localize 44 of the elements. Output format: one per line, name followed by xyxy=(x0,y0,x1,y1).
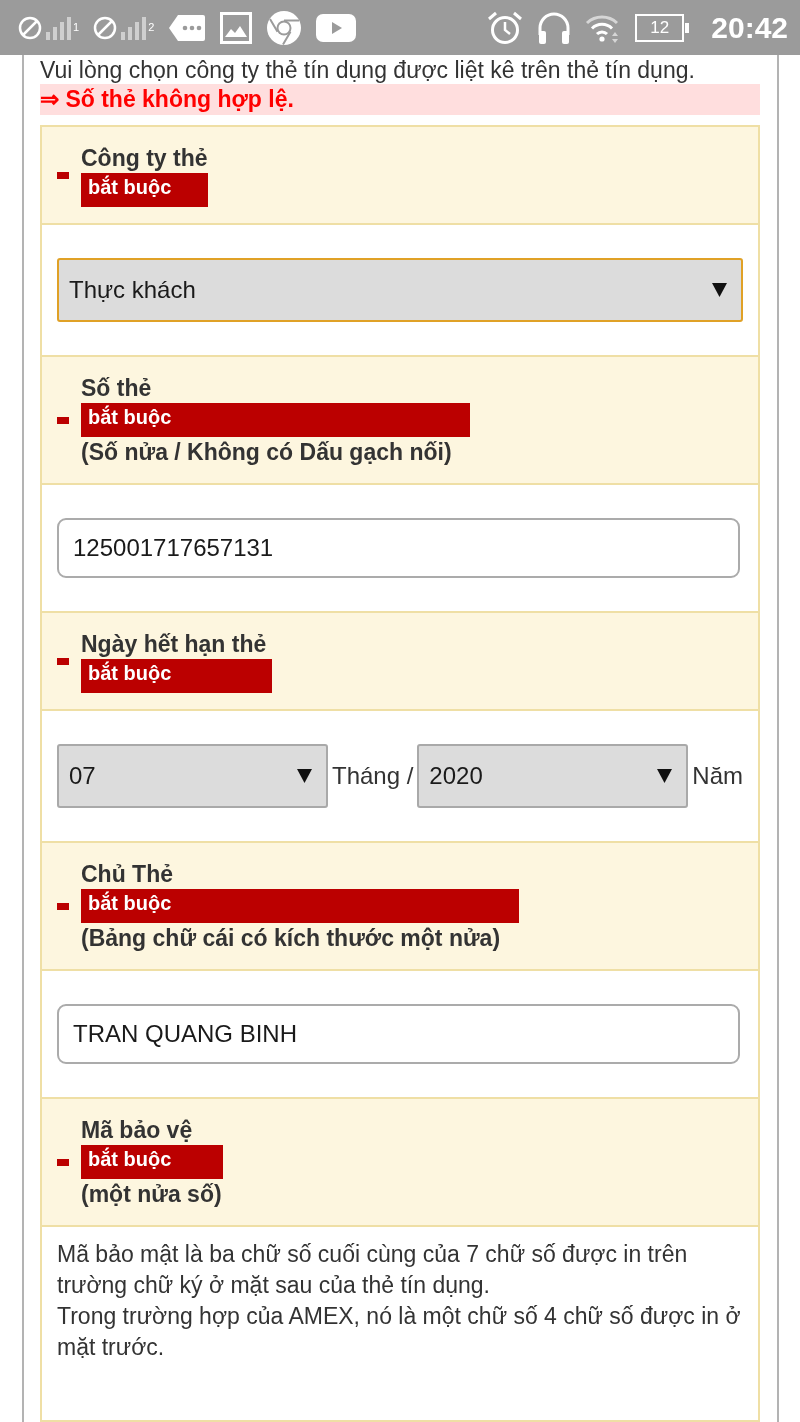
field-label: Mã bảo vệ xyxy=(81,1116,193,1145)
field-hint: (Bảng chữ cái có kích thước một nửa) xyxy=(81,924,501,953)
unit-label: Năm xyxy=(692,762,743,790)
info-text: Trong trường hợp của AMEX, nó là một chữ số 4 chữ số được in ở mặt trước. xyxy=(57,1302,742,1362)
dropdown[interactable]: 07 xyxy=(57,744,328,808)
dropdown[interactable]: Thực khách xyxy=(57,258,743,322)
field-hint: (một nửa số) xyxy=(81,1180,222,1209)
required-label: bắt buộc xyxy=(81,1145,223,1179)
tag-icon xyxy=(168,13,207,42)
field-label: Số thẻ xyxy=(81,374,152,403)
error-message: ⇒ Số thẻ không hợp lệ. xyxy=(40,84,760,115)
dash-icon xyxy=(57,902,69,910)
caret-icon xyxy=(712,283,727,297)
dash-icon xyxy=(57,657,69,665)
unit-label: Tháng / xyxy=(331,762,414,790)
play-button-icon xyxy=(316,13,357,42)
info-text: Mã bảo mật là ba chữ số cuối cùng của 7 chữ số được in trên trường chữ ký ở mặt sau của thẻ tín dụng. xyxy=(57,1240,689,1300)
text-field[interactable]: 125001717657131 xyxy=(57,518,740,578)
circle-logo-icon xyxy=(266,9,303,46)
field-label: Công ty thẻ xyxy=(81,144,208,173)
required-label: bắt buộc xyxy=(81,173,208,207)
image-icon xyxy=(220,11,253,44)
required-label: bắt buộc xyxy=(81,403,470,437)
battery-indicator: 12 xyxy=(635,13,690,42)
clock-time: 20:42 xyxy=(711,10,788,45)
field-label: Ngày hết hạn thẻ xyxy=(81,630,267,659)
no-signal-icon xyxy=(93,14,148,41)
sim-slot-label: 2 xyxy=(148,20,155,33)
alarm-clock-icon xyxy=(487,10,524,45)
field-hint: (Số nửa / Không có Dấu gạch nối) xyxy=(81,438,452,467)
intro-text: Vui lòng chọn công ty thẻ tín dụng được liệt kê trên thẻ tín dụng. xyxy=(40,57,696,84)
headphones-icon xyxy=(537,10,572,45)
field-label: Chủ Thẻ xyxy=(81,860,173,889)
sim-slot-label: 1 xyxy=(73,20,80,33)
dash-icon xyxy=(57,171,69,179)
dash-icon xyxy=(57,1158,69,1166)
caret-icon xyxy=(657,769,673,783)
dropdown[interactable]: 2020 xyxy=(417,744,689,808)
text-field[interactable]: TRAN QUANG BINH xyxy=(57,1004,740,1064)
dash-icon xyxy=(57,416,69,424)
required-label: bắt buộc xyxy=(81,889,519,923)
caret-icon xyxy=(296,769,312,783)
no-signal-icon xyxy=(18,14,72,41)
required-label: bắt buộc xyxy=(81,659,272,693)
